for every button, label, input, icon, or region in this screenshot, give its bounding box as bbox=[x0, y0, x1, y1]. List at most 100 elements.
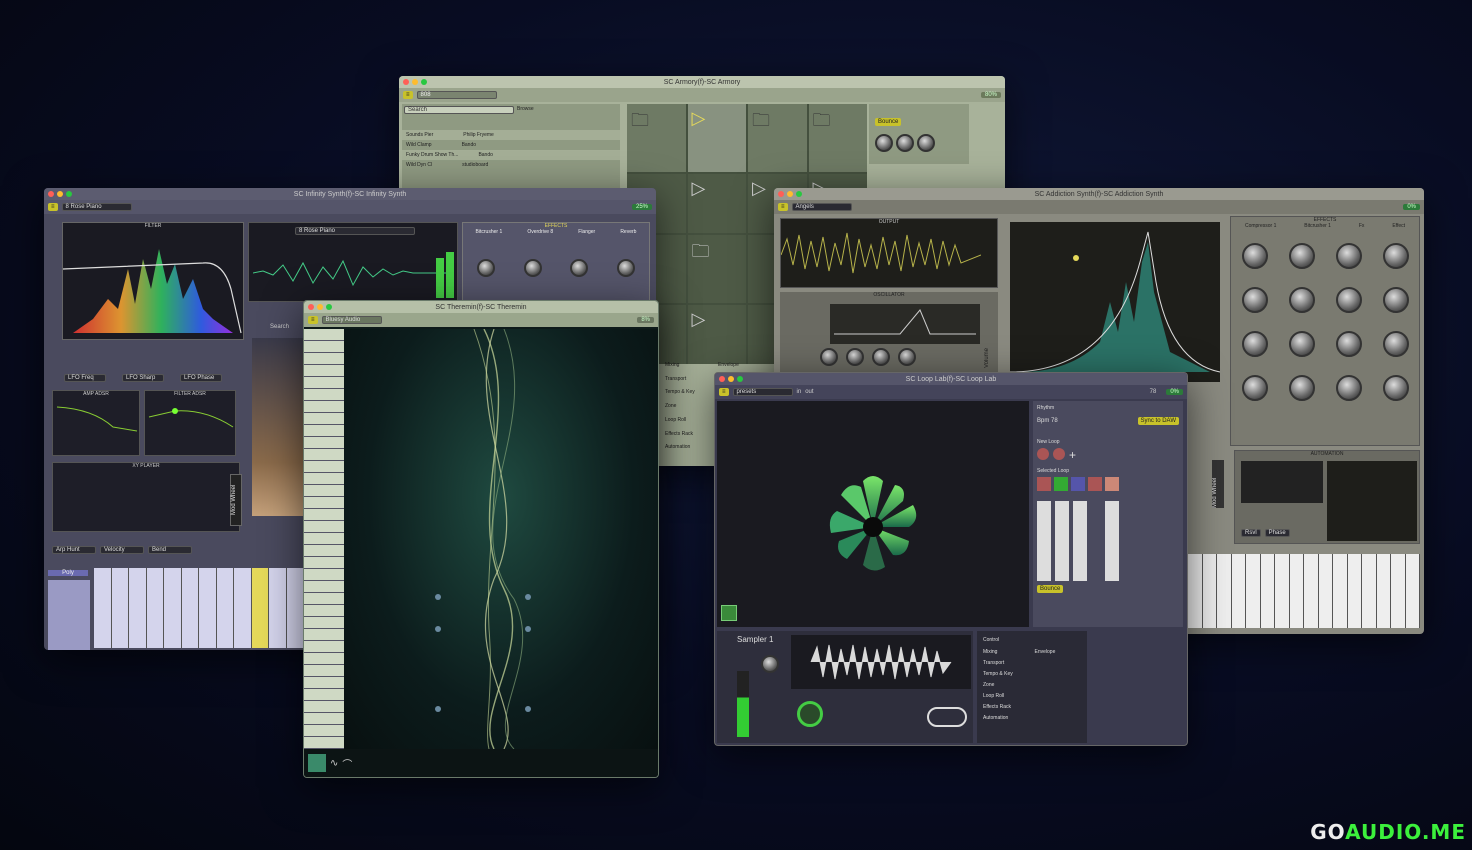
loop-mode-icon[interactable] bbox=[927, 707, 967, 727]
piano-keyboard[interactable] bbox=[1188, 554, 1420, 628]
bounce-button[interactable]: Bounce bbox=[875, 118, 902, 126]
menu-item[interactable]: Tempo & Key bbox=[665, 389, 714, 399]
fx-slot[interactable]: Fx bbox=[1359, 223, 1365, 229]
loop-toggle-icon[interactable] bbox=[797, 701, 823, 727]
menu-item[interactable]: Mixing bbox=[983, 649, 1030, 655]
close-button[interactable] bbox=[403, 79, 409, 85]
knob[interactable] bbox=[875, 134, 893, 152]
minimize-button[interactable] bbox=[317, 304, 323, 310]
menu-button[interactable]: ≡ bbox=[778, 203, 788, 211]
bounce-button[interactable]: Bounce bbox=[1037, 585, 1064, 593]
mix-knob[interactable] bbox=[570, 259, 589, 277]
pad[interactable]: ▷ bbox=[687, 104, 746, 172]
sync-to-daw-button[interactable]: Sync to DAW bbox=[1137, 417, 1179, 425]
knob[interactable] bbox=[1288, 287, 1315, 313]
loop-icon[interactable] bbox=[1053, 448, 1065, 460]
zoom-button[interactable] bbox=[66, 191, 72, 197]
pad[interactable]: ▷ bbox=[687, 305, 746, 364]
xy-player[interactable]: XY PLAYER bbox=[52, 462, 240, 532]
knob[interactable] bbox=[1382, 331, 1409, 357]
zoom-button[interactable] bbox=[421, 79, 427, 85]
close-button[interactable] bbox=[308, 304, 314, 310]
menu-item[interactable]: Transport bbox=[983, 660, 1030, 666]
vertical-keyboard[interactable] bbox=[304, 329, 344, 749]
theremin-visualizer[interactable] bbox=[344, 329, 658, 749]
pad[interactable]: ▷ bbox=[687, 174, 746, 233]
minimize-button[interactable] bbox=[728, 376, 734, 382]
add-loop-icon[interactable]: + bbox=[1069, 448, 1076, 462]
menu-item[interactable]: Zone bbox=[665, 403, 714, 413]
menu-item[interactable]: Envelope bbox=[718, 362, 767, 372]
fx-slot[interactable]: Reverb bbox=[620, 229, 636, 235]
pan-knob[interactable] bbox=[761, 655, 779, 673]
menu-item[interactable]: Envelope bbox=[1035, 649, 1082, 655]
knob[interactable] bbox=[820, 348, 838, 366]
zoom-level[interactable]: 0% bbox=[1166, 389, 1183, 395]
knob[interactable] bbox=[1241, 287, 1268, 313]
lfo-sharp-button[interactable]: LFO Sharp bbox=[122, 374, 164, 382]
volume-slider[interactable]: Volume bbox=[984, 318, 998, 368]
knob[interactable] bbox=[1382, 375, 1409, 401]
knob[interactable] bbox=[898, 348, 916, 366]
close-button[interactable] bbox=[48, 191, 54, 197]
pad[interactable]: 🗀 bbox=[687, 235, 746, 303]
knob[interactable] bbox=[1288, 375, 1315, 401]
knob[interactable] bbox=[1335, 243, 1362, 269]
piano-keyboard[interactable] bbox=[94, 568, 304, 648]
menu-item[interactable]: Effects Rack bbox=[665, 431, 714, 441]
knob[interactable] bbox=[1241, 375, 1268, 401]
zoom-level[interactable]: 25% bbox=[631, 204, 652, 210]
zoom-button[interactable] bbox=[796, 191, 802, 197]
knob[interactable] bbox=[1335, 331, 1362, 357]
preset-selector[interactable]: Bluesy Audio bbox=[321, 316, 382, 324]
minimize-button[interactable] bbox=[787, 191, 793, 197]
fx-slot[interactable]: Bitcrusher 1 bbox=[476, 229, 503, 235]
menu-button[interactable]: ≡ bbox=[48, 203, 58, 211]
knob[interactable] bbox=[1241, 243, 1268, 269]
fx-slot[interactable]: Bitcrusher 1 bbox=[1304, 223, 1331, 229]
knob[interactable] bbox=[1241, 331, 1268, 357]
preset-selector[interactable]: 808 bbox=[416, 91, 497, 99]
mix-knob[interactable] bbox=[523, 259, 542, 277]
zoom-level[interactable]: 0% bbox=[1403, 204, 1420, 210]
list-item[interactable]: Sounds Pier Philip Fryeme bbox=[402, 130, 620, 140]
zoom-button[interactable] bbox=[737, 376, 743, 382]
velocity-button[interactable]: Velocity bbox=[100, 546, 144, 554]
out-button[interactable]: out bbox=[805, 389, 813, 395]
browse-tab[interactable]: Browse bbox=[517, 106, 534, 114]
menu-item[interactable]: Effects Rack bbox=[983, 704, 1030, 710]
lfo-phase-button[interactable]: LFO Phase bbox=[180, 374, 222, 382]
menu-item[interactable]: Loop Roll bbox=[665, 417, 714, 427]
list-item[interactable]: Wild Clamp Bando bbox=[402, 140, 620, 150]
zoom-level[interactable]: 8% bbox=[637, 317, 654, 323]
menu-button[interactable]: ≡ bbox=[719, 388, 729, 396]
poly-button[interactable]: Poly bbox=[48, 570, 88, 576]
knob[interactable] bbox=[846, 348, 864, 366]
close-button[interactable] bbox=[719, 376, 725, 382]
minimize-button[interactable] bbox=[57, 191, 63, 197]
preset-selector[interactable]: 8 Rose Piano bbox=[295, 227, 415, 235]
record-button[interactable] bbox=[721, 605, 737, 621]
fx-slot[interactable]: Flanger bbox=[578, 229, 595, 235]
menu-item[interactable]: Zone bbox=[983, 682, 1030, 688]
preset-selector[interactable]: presets bbox=[732, 388, 793, 396]
mod-wheel[interactable]: Mod Wheel bbox=[230, 474, 242, 526]
sample-waveform[interactable] bbox=[791, 635, 971, 689]
curve-mode-icon[interactable]: ⌒ bbox=[342, 756, 352, 771]
knob[interactable] bbox=[917, 134, 935, 152]
menu-item[interactable]: Automation bbox=[983, 715, 1030, 721]
knob[interactable] bbox=[1382, 287, 1409, 313]
pad[interactable]: 🗀 bbox=[808, 104, 867, 172]
fx-slot[interactable]: Compressor 1 bbox=[1245, 223, 1276, 229]
fx-slot[interactable]: Effect bbox=[1392, 223, 1405, 229]
pad[interactable]: 🗀 bbox=[627, 104, 686, 172]
knob[interactable] bbox=[1288, 243, 1315, 269]
pitch-sliders[interactable] bbox=[48, 580, 90, 650]
loop-icon[interactable] bbox=[1037, 448, 1049, 460]
zoom-level[interactable]: 80% bbox=[980, 92, 1001, 98]
loop-faders[interactable] bbox=[1037, 501, 1179, 581]
fx-slot[interactable]: Overdrive 8 bbox=[527, 229, 553, 235]
minimize-button[interactable] bbox=[412, 79, 418, 85]
delete-icon[interactable] bbox=[1105, 477, 1119, 491]
lfo-freq-button[interactable]: LFO Freq bbox=[64, 374, 106, 382]
